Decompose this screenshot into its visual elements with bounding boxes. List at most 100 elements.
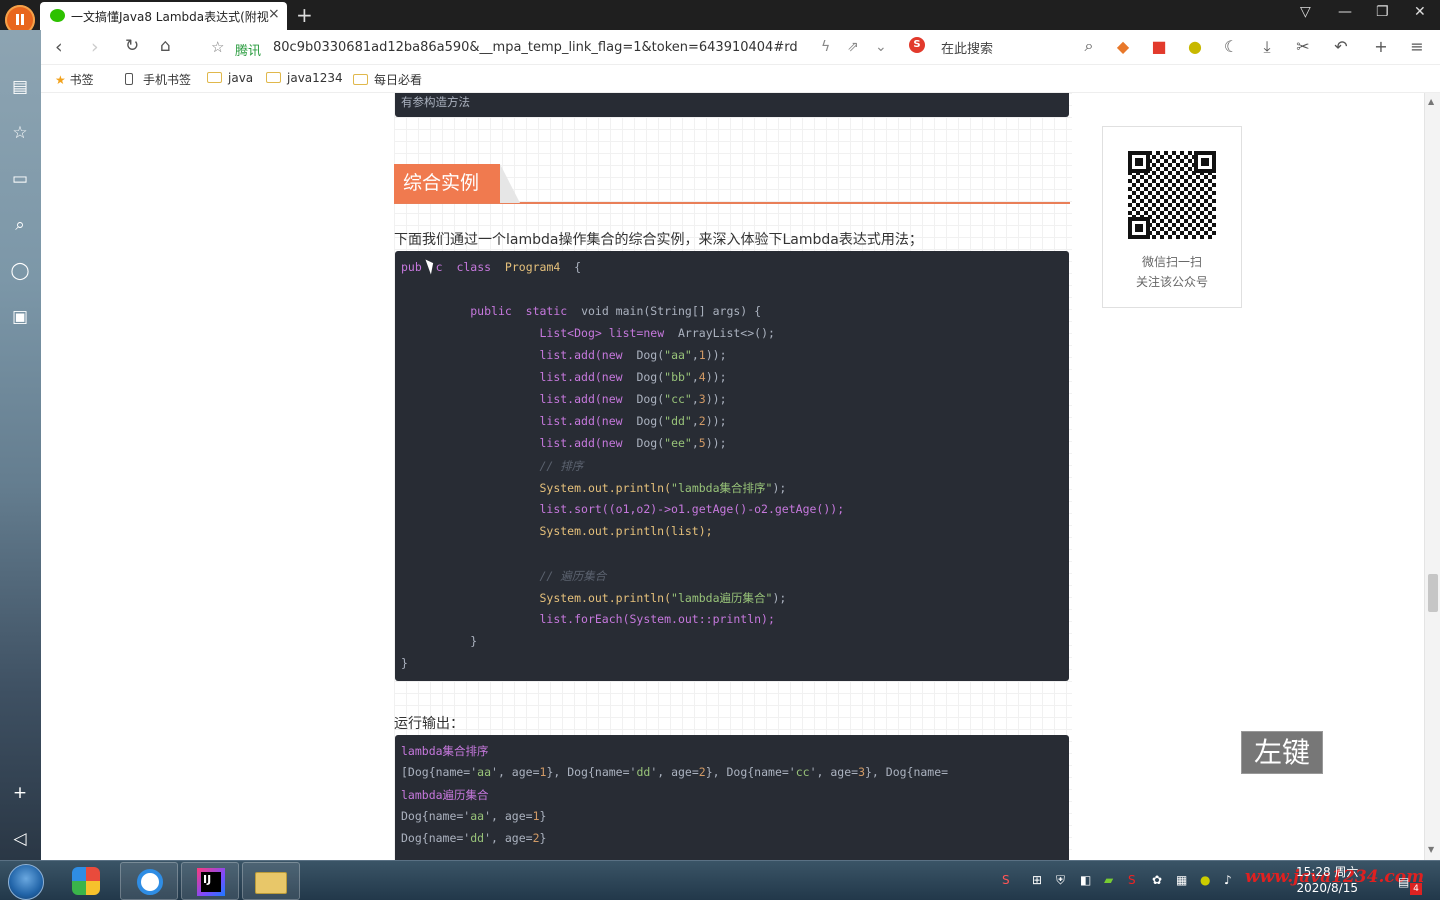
taskbar: IJ S ⊞ ⛨ ◧ ▰ S ✿ ▦ ● ♪ www.java1234.com …: [0, 860, 1440, 900]
tab-active[interactable]: 一文搞懂Java8 Lambda表达式(附视 ×: [40, 2, 287, 30]
article: 有参构造方法 综合实例 下面我们通过一个lambda操作集合的综合实例，来深入体…: [394, 93, 1072, 860]
scroll-down-icon[interactable]: ▼: [1428, 845, 1434, 854]
home-icon[interactable]: ⌂: [160, 36, 171, 56]
output-line: lambda集合排序: [401, 744, 489, 758]
folder-icon: [207, 72, 222, 83]
browser-app-icon[interactable]: [120, 862, 178, 900]
code-line: }: [470, 634, 478, 648]
shield-icon[interactable]: ⛨: [1056, 873, 1065, 888]
click-indicator: 左键: [1241, 731, 1323, 774]
app-icon[interactable]: [60, 862, 118, 900]
sogou-icon[interactable]: S: [1002, 873, 1010, 887]
bookmark-star-icon[interactable]: ☆: [211, 38, 224, 56]
start-button[interactable]: [8, 864, 44, 900]
search-icon[interactable]: ⌕: [1079, 36, 1099, 56]
restore-icon[interactable]: ❐: [1376, 4, 1389, 20]
volume-icon[interactable]: ♪: [1224, 873, 1232, 887]
folder-icon: [353, 74, 368, 85]
lightning-icon[interactable]: ϟ: [821, 39, 830, 55]
output-line: Dog{name='aa', age=1}: [401, 809, 547, 823]
share-icon[interactable]: ⇗: [847, 39, 859, 55]
bookmark-item[interactable]: java: [207, 71, 253, 85]
night-mode-icon[interactable]: ☾: [1221, 37, 1241, 57]
url-field[interactable]: ☆ 腾讯 80c9b0330681ad12ba86a590&__mpa_temp…: [211, 32, 811, 62]
code-line: list.add(new Dog("bb",4));: [539, 370, 727, 384]
heading-decoration: [500, 164, 520, 203]
chevron-down-icon[interactable]: ⌄: [875, 39, 887, 55]
close-window-icon[interactable]: ✕: [1414, 4, 1426, 20]
search-placeholder: 在此搜索: [941, 42, 994, 57]
code-line: System.out.println("lambda集合排序");: [539, 481, 787, 495]
add-icon[interactable]: +: [10, 783, 30, 803]
section-heading: 综合实例: [394, 164, 1070, 204]
search-box[interactable]: S 在此搜索: [909, 36, 1099, 58]
ime-icon[interactable]: ⊞: [1032, 873, 1042, 887]
url-text[interactable]: 80c9b0330681ad12ba86a590&__mpa_temp_link…: [273, 40, 798, 55]
skin-icon[interactable]: ▽: [1300, 4, 1311, 20]
nvidia-icon[interactable]: ▰: [1104, 873, 1113, 887]
code-line: list.sort((o1,o2)->o1.getAge()-o2.getAge…: [539, 502, 845, 516]
code-line: list.add(new Dog("dd",2));: [539, 414, 727, 428]
tray-app-icon[interactable]: ◧: [1080, 873, 1091, 887]
notification-badge: 4: [1410, 883, 1422, 895]
book-icon[interactable]: ▭: [10, 169, 30, 189]
code-block-main: pub c class Program4 { public static voi…: [395, 251, 1069, 681]
minimize-icon[interactable]: —: [1338, 4, 1352, 20]
bookmarks-bar: ★ 书签 手机书签 java java1234 每日必看: [41, 65, 1440, 93]
clock[interactable]: 15:28 周六 2020/8/15: [1296, 864, 1358, 896]
scroll-thumb[interactable]: [1428, 574, 1438, 612]
bookmark-item[interactable]: ★ 书签: [55, 71, 94, 88]
tray-coin-icon[interactable]: ●: [1200, 873, 1210, 887]
address-bar: ‹ › ↻ ⌂ ☆ 腾讯 80c9b0330681ad12ba86a590&__…: [41, 30, 1440, 65]
menu-icon[interactable]: ≡: [1407, 37, 1427, 57]
network-icon[interactable]: ▦: [1176, 873, 1187, 887]
reader-icon[interactable]: ▤: [10, 77, 30, 97]
explorer-app-icon[interactable]: [242, 862, 300, 900]
bookmark-item[interactable]: java1234: [266, 71, 343, 85]
undo-icon[interactable]: ↶: [1331, 37, 1351, 57]
output-line: [Dog{name='aa', age=1}, Dog{name='dd', a…: [401, 765, 949, 779]
qr-finder: [1128, 217, 1150, 239]
tray-s-icon[interactable]: S: [1128, 873, 1136, 887]
extension-icon[interactable]: ■: [1149, 37, 1169, 57]
back-icon[interactable]: ‹: [55, 36, 63, 58]
output-block: lambda集合排序 [Dog{name='aa', age=1}, Dog{n…: [395, 735, 1069, 860]
favorites-icon[interactable]: ☆: [10, 123, 30, 143]
qr-finder: [1128, 151, 1150, 173]
page-content: 有参构造方法 综合实例 下面我们通过一个lambda操作集合的综合实例，来深入体…: [41, 93, 1424, 860]
chat-icon[interactable]: ◯: [10, 261, 30, 281]
bookmark-item[interactable]: 手机书签: [125, 71, 191, 88]
new-icon[interactable]: +: [1371, 37, 1391, 57]
qr-line-2: 关注该公众号: [1135, 275, 1208, 289]
code-line: 有参构造方法: [401, 95, 470, 109]
refresh-icon[interactable]: ↻: [125, 36, 139, 56]
bookmark-item[interactable]: 每日必看: [353, 71, 422, 88]
code-line: }: [401, 656, 408, 670]
collapse-icon[interactable]: ◁: [10, 829, 30, 849]
search-engine-icon[interactable]: S: [909, 37, 925, 53]
qr-finder: [1194, 151, 1216, 173]
code-line: System.out.println("lambda遍历集合");: [539, 591, 787, 605]
code-line: List<Dog> list=new ArrayList<>();: [539, 326, 775, 340]
coin-icon[interactable]: ●: [1185, 37, 1205, 57]
scroll-up-icon[interactable]: ▲: [1428, 97, 1434, 106]
output-line: lambda遍历集合: [401, 788, 489, 802]
search-icon[interactable]: ⌕: [10, 215, 30, 235]
tray-flower-icon[interactable]: ✿: [1152, 873, 1162, 887]
cut-icon[interactable]: ✂: [1293, 37, 1313, 57]
new-tab-button[interactable]: +: [296, 3, 313, 27]
intellij-app-icon[interactable]: IJ: [181, 862, 239, 900]
star-icon: ★: [55, 73, 66, 87]
qr-line-1: 微信扫一扫: [1141, 255, 1202, 269]
scrollbar[interactable]: ▲ ▼: [1424, 93, 1440, 860]
game-icon[interactable]: ◆: [1113, 37, 1133, 57]
clock-time: 15:28 周六: [1296, 865, 1359, 879]
translate-icon[interactable]: ▣: [10, 307, 30, 327]
tab-close-icon[interactable]: ×: [268, 6, 280, 22]
phone-icon: [125, 73, 133, 85]
notification-icon[interactable]: ▤: [1398, 875, 1409, 889]
wechat-icon: [50, 9, 65, 22]
forward-icon[interactable]: ›: [91, 36, 99, 58]
download-icon[interactable]: ⤓: [1257, 37, 1277, 57]
output-label: 运行输出：: [394, 716, 464, 732]
